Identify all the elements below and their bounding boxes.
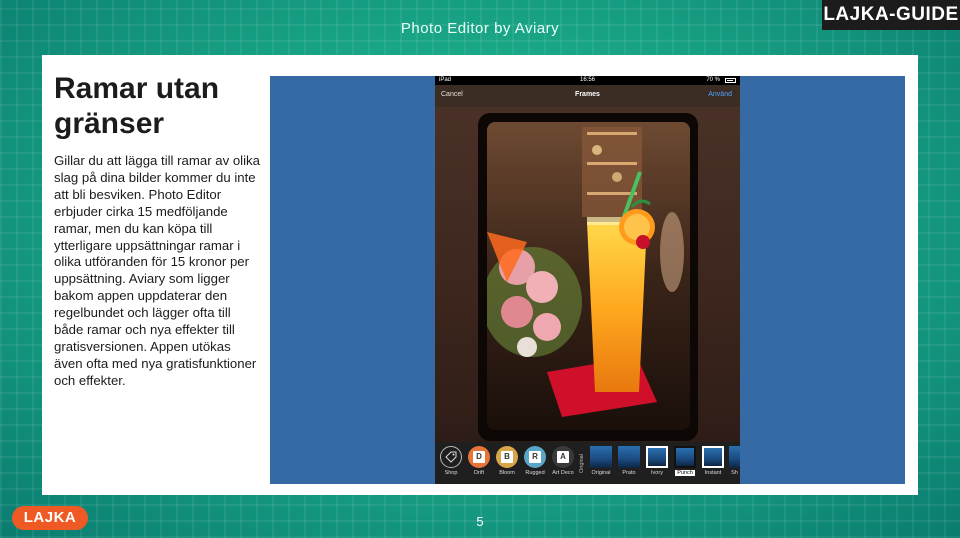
nav-bar: Cancel Frames Använd <box>435 85 740 107</box>
magazine-section-title: Photo Editor by Aviary <box>400 20 560 37</box>
status-time: 16:56 <box>579 77 595 83</box>
frames-toolbar: Shop D Drift B Bloom R Rugged A Art Deco… <box>435 442 740 484</box>
pack-label: Drift <box>473 470 485 476</box>
palm-thumbnail <box>646 446 668 468</box>
battery-icon <box>725 78 736 83</box>
status-bar: iPad 16:56 70 % <box>435 76 740 85</box>
screenshot-panel: iPad 16:56 70 % Cancel Frames Använd Sho… <box>270 76 905 484</box>
frame-thumb-instant[interactable]: Instant <box>701 446 725 476</box>
photo-canvas[interactable] <box>435 107 740 442</box>
article-headline: Ramar utan gränser <box>54 72 220 140</box>
thumb-label: Sh <box>731 470 738 476</box>
frame-thumb-punch[interactable]: Punch <box>673 446 697 476</box>
pack-letter: B <box>501 451 513 463</box>
pack-letter: D <box>473 451 485 463</box>
apply-button[interactable]: Använd <box>708 91 732 98</box>
frame-pack-drift[interactable]: D Drift <box>465 446 493 476</box>
thumb-label: Prato <box>622 470 636 476</box>
frame-pack-bloom[interactable]: B Bloom <box>493 446 521 476</box>
frame-pack-icon: D <box>468 446 490 468</box>
shop-label: Shop <box>444 470 458 476</box>
palm-thumbnail <box>590 446 612 468</box>
thumb-label: Instant <box>704 470 722 476</box>
frame-thumb-prato[interactable]: Prato <box>617 446 641 476</box>
frame-thumb-ivory[interactable]: Ivory <box>645 446 669 476</box>
palm-thumbnail <box>702 446 724 468</box>
thumb-label-selected: Punch <box>675 470 695 476</box>
article-card: Ramar utan gränser Gillar du att lägga t… <box>42 55 918 495</box>
frame-pack-icon: A <box>552 446 574 468</box>
guide-tag: LAJKA-GUIDE <box>822 0 960 30</box>
shop-button[interactable]: Shop <box>437 446 465 476</box>
article-body: Gillar du att lägga till ramar av olika … <box>54 153 260 388</box>
palm-thumbnail <box>729 446 740 468</box>
pack-label: Bloom <box>499 470 515 476</box>
drink-photo <box>487 122 690 430</box>
frame-pack-icon: R <box>524 446 546 468</box>
frame-thumb-original[interactable]: Original <box>589 446 613 476</box>
frame-pack-icon: B <box>496 446 518 468</box>
thumb-label: Ivory <box>651 470 663 476</box>
palm-thumbnail <box>618 446 640 468</box>
battery-level: 70 % <box>706 77 720 83</box>
pack-letter: R <box>529 451 541 463</box>
pack-letter: A <box>557 451 569 463</box>
ipad-screenshot: iPad 16:56 70 % Cancel Frames Använd Sho… <box>435 76 740 484</box>
frame-pack-art-deco[interactable]: A Art Deco <box>549 446 577 476</box>
pack-label: Art Deco <box>552 470 574 476</box>
pack-label: Rugged <box>525 470 545 476</box>
tag-icon <box>440 446 462 468</box>
frame-pack-rugged[interactable]: R Rugged <box>521 446 549 476</box>
original-section-label: Original <box>579 454 585 474</box>
frame-thumb-partial[interactable]: Sh <box>729 446 740 476</box>
thumb-label: Original <box>591 470 611 476</box>
page-number: 5 <box>476 514 484 529</box>
nav-title: Frames <box>575 91 600 98</box>
palm-thumbnail <box>674 446 696 468</box>
